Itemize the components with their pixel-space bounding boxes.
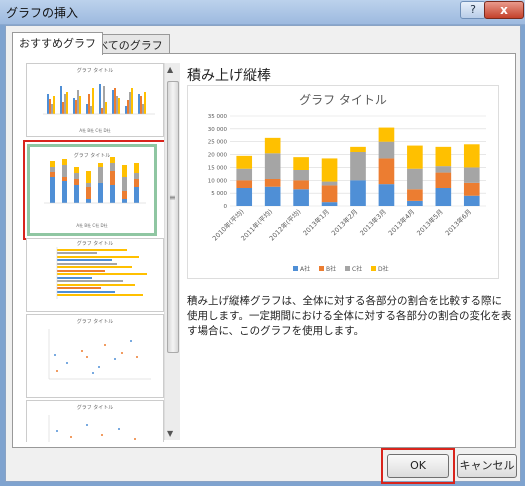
y-tick-label: 20 000 (208, 153, 228, 159)
bar-segment (407, 145, 423, 169)
bar-segment (463, 195, 480, 206)
bar-segment (236, 188, 253, 206)
thumb-points (48, 329, 151, 380)
bar-segment (321, 202, 338, 206)
bar-segment (350, 152, 366, 181)
legend-swatch (293, 266, 298, 271)
chart-description: 積み上げ縦棒グラフは、全体に対する各部分の割合を比較する際に使用します。一定期間… (187, 295, 512, 337)
legend-swatch (371, 266, 376, 271)
recommended-list: グラフ タイトル A社 B社 C社 D社 グラフ タイトル A社 B社 C社 D… (22, 62, 174, 442)
help-icon: ? (470, 3, 476, 16)
bar-segment (378, 141, 395, 159)
bar-segment (264, 153, 281, 179)
bar-segment (264, 179, 281, 187)
ok-button[interactable]: OK (387, 454, 449, 478)
thumb-scatter[interactable]: グラフ タイトル (26, 314, 164, 398)
bar-segment (236, 180, 253, 188)
legend-label: A社 (300, 265, 310, 273)
bar-segment (378, 158, 395, 185)
bar-segment (321, 181, 338, 186)
help-button[interactable]: ? (460, 1, 486, 19)
legend-swatch (319, 266, 324, 271)
title-bar: グラフの挿入 ? x (0, 0, 525, 25)
bar-segment (407, 200, 423, 206)
close-button[interactable]: x (484, 1, 524, 19)
thumb-stacked-column-frame: グラフ タイトル A社 B社 C社 D社 (27, 144, 157, 236)
bar-segment (435, 166, 452, 173)
tab-recommended[interactable]: おすすめグラフ (12, 32, 103, 55)
y-tick-label: 5 000 (211, 191, 227, 197)
bar-segment (435, 172, 452, 188)
x-tick-label: 2013年5月 (415, 207, 445, 237)
bar-segment (463, 144, 480, 168)
y-tick-label: 0 (224, 204, 228, 210)
scroll-down-arrow-icon[interactable]: ▼ (167, 429, 173, 438)
bar-segment (264, 186, 281, 206)
cancel-button[interactable]: キャンセル (457, 454, 517, 478)
thumb-title: グラフ タイトル (77, 404, 114, 411)
bar-segment (407, 168, 423, 190)
legend-label: C社 (352, 265, 362, 273)
bar-segment (435, 188, 452, 206)
bar-segment (264, 137, 281, 154)
bar-segment (236, 155, 253, 169)
bar-segment (463, 167, 480, 183)
thumb-legend: A社 B社 C社 D社 (79, 127, 110, 133)
chart-preview: グラフ タイトル 0 5 000 10 000 15 000 20 000 25 000 30… (187, 85, 499, 279)
legend-swatch (345, 266, 350, 271)
bar-segment (321, 158, 338, 182)
legend-label: B社 (326, 265, 336, 273)
x-tick-label: 2013年6月 (443, 207, 473, 237)
y-tick-label: 10 000 (208, 178, 228, 184)
thumb-clustered-column[interactable]: グラフ タイトル A社 B社 C社 D社 (26, 63, 164, 137)
thumb-legend: A社 B社 C社 D社 (76, 222, 107, 228)
x-tick-label: 2013年1月 (301, 207, 331, 237)
x-tick-label: 2013年2月 (329, 207, 359, 237)
x-tick-label: 2013年3月 (358, 207, 388, 237)
scroll-grip-icon: ≡ (169, 193, 176, 202)
window-title: グラフの挿入 (6, 6, 79, 20)
bar-segment (378, 127, 395, 142)
thumb-scrollbar[interactable]: ▲ ≡ ▼ (164, 63, 180, 440)
bar-segment (293, 157, 309, 170)
chart-title: グラフ タイトル (299, 93, 387, 107)
bar-segment (293, 189, 309, 206)
bar-segment (293, 170, 309, 181)
thumb-points-2 (48, 415, 136, 442)
chart-type-heading: 積み上げ縦棒 (187, 68, 271, 84)
bar-segment (321, 185, 338, 203)
bar-segment (463, 182, 480, 196)
y-tick-label: 35 000 (208, 114, 228, 120)
y-tick-label: 30 000 (208, 127, 228, 133)
thumb-title: グラフ タイトル (77, 67, 114, 74)
stacked-column-chart: グラフ タイトル 0 5 000 10 000 15 000 20 000 25 000 30… (208, 93, 486, 273)
thumb-scatter-2[interactable]: グラフ タイトル (26, 400, 164, 442)
thumb-clustered-bar[interactable]: グラフ タイトル (26, 238, 164, 312)
y-tick-label: 15 000 (208, 165, 228, 171)
bar-segment (350, 146, 366, 152)
thumb-hbars (56, 247, 147, 299)
bar-segment (236, 168, 253, 181)
bar-segment (350, 180, 366, 206)
bar-segment (435, 146, 452, 167)
thumb-title: グラフ タイトル (77, 318, 114, 325)
dialog-body: おすすめグラフ すべてのグラフ グラフ タイトル A社 B社 C社 D社 グラフ… (5, 25, 521, 484)
thumb-title: グラフ タイトル (74, 152, 111, 159)
bar-segment (378, 184, 395, 206)
thumb-stacked-bars (44, 157, 146, 204)
thumb-bars (43, 84, 155, 115)
x-tick-label: 2013年4月 (386, 207, 416, 237)
close-icon: x (500, 3, 508, 17)
y-tick-label: 25 000 (208, 140, 228, 146)
scroll-up-arrow-icon[interactable]: ▲ (167, 65, 173, 74)
thumb-stacked-column-selected[interactable]: グラフ タイトル A社 B社 C社 D社 (23, 140, 167, 240)
thumb-title: グラフ タイトル (77, 240, 114, 247)
bar-segment (407, 189, 423, 201)
legend-label: D社 (378, 265, 389, 273)
bar-segment (293, 180, 309, 190)
tab-panel: グラフ タイトル A社 B社 C社 D社 グラフ タイトル A社 B社 C社 D… (12, 53, 516, 448)
scroll-thumb[interactable] (167, 81, 179, 353)
